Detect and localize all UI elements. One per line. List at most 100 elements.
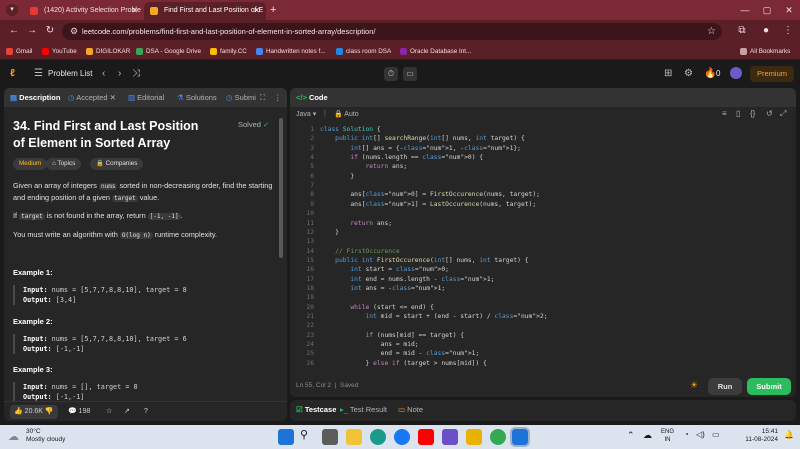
companies-chip[interactable]: 🔒 Companies <box>90 158 144 170</box>
chrome-icon[interactable] <box>490 429 506 445</box>
bookmark-dsa-drive[interactable]: DSA - Google Drive <box>136 43 201 60</box>
bookmark-youtube[interactable]: YouTube <box>42 43 77 60</box>
youtube-app-icon[interactable] <box>418 429 434 445</box>
search-icon[interactable]: ⚲ <box>300 428 308 441</box>
layout-icon[interactable]: ⊞ <box>664 67 672 81</box>
bookmark-handwritten[interactable]: Handwritten notes f... <box>256 43 326 60</box>
code-line[interactable]: public int[] searchRange(int[] nums, int… <box>320 135 525 142</box>
favorite-star-icon[interactable]: ☆ <box>106 405 112 419</box>
maximize-icon[interactable]: ▢ <box>756 0 778 20</box>
shuffle-icon[interactable]: ⤨ <box>132 67 140 81</box>
code-line[interactable]: return ans; <box>320 163 408 170</box>
bookmark-star-icon[interactable]: ☆ <box>707 23 716 40</box>
comments-button[interactable]: 💬 198 <box>68 405 90 419</box>
leetcode-logo-icon[interactable]: ℓ <box>10 67 15 81</box>
timer-icon[interactable]: ⏱ <box>384 67 398 81</box>
list-icon[interactable]: ☰ <box>34 67 43 81</box>
code-line[interactable]: } else if (target > nums[mid]) { <box>320 360 486 367</box>
bookmark-icon[interactable]: ▯ <box>736 109 740 118</box>
code-line[interactable]: public int FirstOccurence(int[] nums, in… <box>320 257 528 264</box>
bookmark-oracle[interactable]: Oracle Database Int... <box>400 43 471 60</box>
code-line[interactable]: ans = mid; <box>320 341 419 348</box>
code-line[interactable]: } <box>320 229 339 236</box>
code-line[interactable]: while (start <= end) { <box>320 304 433 311</box>
reset-icon[interactable]: ↺ <box>766 109 773 118</box>
task-view-icon[interactable] <box>322 429 338 445</box>
run-button[interactable]: Run <box>708 378 742 395</box>
settings-gear-icon[interactable]: ⚙ <box>684 67 693 81</box>
prev-problem-icon[interactable]: ‹ <box>102 67 105 81</box>
braces-icon[interactable]: {} <box>750 109 755 118</box>
browser-tab-2[interactable]: Find First and Last Position of E ✕ <box>144 2 266 20</box>
notification-icon[interactable]: 🔔 <box>784 430 794 439</box>
help-icon[interactable]: ? <box>144 405 148 419</box>
clock[interactable]: 15:41 11-08-2024 <box>738 428 778 444</box>
code-line[interactable]: int mid = start + (end - start) / class=… <box>320 313 548 320</box>
reload-icon[interactable]: ↻ <box>42 23 58 39</box>
facebook-icon[interactable] <box>394 429 410 445</box>
like-button[interactable]: 👍 20.6K 👎 <box>10 405 58 419</box>
cloud-tray-icon[interactable]: ☁ <box>643 430 652 441</box>
bookmark-family[interactable]: family.CC <box>210 43 247 60</box>
all-bookmarks[interactable]: All Bookmarks <box>740 43 790 60</box>
app-icon[interactable] <box>442 429 458 445</box>
notes-icon[interactable]: ▭ <box>403 67 417 81</box>
submit-button[interactable]: Submit <box>747 378 791 395</box>
code-line[interactable]: class Solution { <box>320 126 381 133</box>
debug-icon[interactable]: ☀ <box>690 380 698 391</box>
format-icon[interactable]: ≡ <box>722 109 727 118</box>
code-line[interactable]: if (nums.length == class="num">0) { <box>320 154 483 161</box>
forward-icon[interactable]: → <box>24 23 40 39</box>
code-editor[interactable]: 1 class Solution {2 public int[] searchRa… <box>290 126 796 370</box>
fullscreen-icon[interactable]: ⤢ <box>780 109 786 119</box>
tab-search-button[interactable]: ▾ <box>6 4 18 16</box>
code-line[interactable]: // FirstOccurence <box>320 248 399 255</box>
gmail-app-icon[interactable] <box>466 429 482 445</box>
tab-description[interactable]: ▤ Description <box>10 88 60 107</box>
code-line[interactable]: int start = class="num">0; <box>320 266 449 273</box>
code-line[interactable]: end = mid - class="num">1; <box>320 350 480 357</box>
active-app-icon[interactable] <box>510 427 530 447</box>
tab-note[interactable]: ▭ Note <box>398 405 423 414</box>
maximize-panel-icon[interactable]: ⛶ <box>260 88 265 107</box>
address-bar[interactable]: ⚙ leetcode.com/problems/find-first-and-l… <box>62 23 722 40</box>
bookmark-digilokar[interactable]: DIGILOKAR <box>86 43 130 60</box>
browser-menu-icon[interactable]: ⋮ <box>780 23 796 39</box>
tab-testcase[interactable]: ☑ Testcase <box>296 405 336 414</box>
code-line[interactable]: return ans; <box>320 220 392 227</box>
share-icon[interactable]: ↗ <box>124 405 130 419</box>
code-line[interactable]: int end = nums.length - class="num">1; <box>320 276 494 283</box>
tab-accepted[interactable]: ◷ Accepted ✕ <box>68 88 116 107</box>
code-line[interactable]: ans[class="num">1] = LastOccurence(nums,… <box>320 201 536 208</box>
minimize-icon[interactable]: — <box>734 0 756 20</box>
tab-solutions[interactable]: ⚗ Solutions <box>177 88 217 107</box>
bookmark-gmail[interactable]: Gmail <box>6 43 32 60</box>
new-tab-button[interactable]: + <box>270 2 284 18</box>
tray-chevron-icon[interactable]: ⌃ <box>627 430 635 441</box>
thumbs-down-icon[interactable]: 👎 <box>45 408 54 415</box>
close-tab-icon[interactable]: ✕ <box>110 93 116 102</box>
user-avatar[interactable] <box>730 67 742 79</box>
wifi-icon[interactable]: ◔ <box>684 430 689 439</box>
start-windows-icon[interactable] <box>278 429 294 445</box>
problem-list-link[interactable]: Problem List <box>48 67 92 81</box>
language-indicator[interactable]: ENG IN <box>661 428 674 444</box>
description-scrollbar[interactable] <box>279 118 283 258</box>
back-icon[interactable]: ← <box>6 23 22 39</box>
battery-icon[interactable]: ▭ <box>712 430 720 439</box>
close-tab-icon[interactable]: ✕ <box>131 2 138 20</box>
autosave-indicator[interactable]: 🔒 Auto <box>334 110 359 118</box>
code-line[interactable]: } <box>320 173 354 180</box>
next-problem-icon[interactable]: › <box>118 67 121 81</box>
profile-avatar[interactable]: ● <box>758 23 774 39</box>
edge-icon[interactable] <box>370 429 386 445</box>
tab-editorial[interactable]: ▥ Editorial <box>128 88 164 107</box>
topics-chip[interactable]: ⌂ Topics <box>46 158 82 170</box>
file-explorer-icon[interactable] <box>346 429 362 445</box>
difficulty-badge[interactable]: Medium <box>13 158 48 170</box>
panel-more-icon[interactable]: ⋮ <box>274 88 282 107</box>
bookmark-classroom[interactable]: class room DSA <box>336 43 391 60</box>
tab-test-result[interactable]: ▸_ Test Result <box>340 405 387 414</box>
weather-widget[interactable]: 30°C Mostly cloudy <box>26 428 65 444</box>
code-line[interactable]: int[] ans = {-class="num">1, -class="num… <box>320 145 521 152</box>
